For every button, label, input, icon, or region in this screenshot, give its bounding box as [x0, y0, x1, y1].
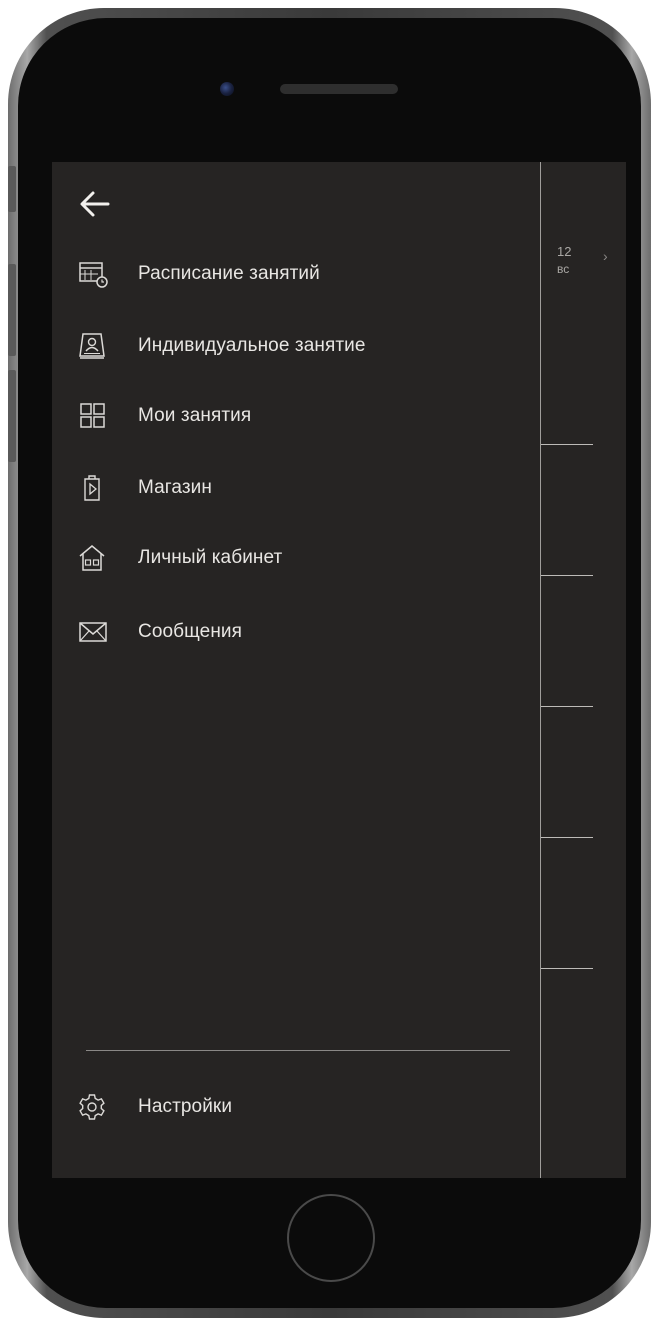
house-icon: [76, 543, 112, 573]
calendar-row-divider: [541, 968, 593, 969]
navigation-drawer: Расписание занятий Индивидуальное заняти…: [52, 162, 540, 1178]
calendar-day-name: вс: [557, 262, 570, 276]
calendar-strip: 12 вс ›: [540, 162, 626, 1178]
app-screen: Расписание занятий Индивидуальное заняти…: [52, 162, 626, 1178]
volume-up-button: [8, 264, 16, 356]
home-button[interactable]: [287, 1194, 375, 1282]
volume-down-button: [8, 370, 16, 462]
person-card-icon: [76, 331, 112, 361]
calendar-row-divider: [541, 706, 593, 707]
calendar-row-divider: [541, 575, 593, 576]
menu-label-personal-account: Личный кабинет: [138, 547, 283, 568]
back-arrow-icon[interactable]: [78, 190, 112, 218]
menu-item-schedule[interactable]: Расписание занятий: [76, 254, 516, 294]
menu-label-my-lessons: Мои занятия: [138, 405, 252, 426]
menu-item-messages[interactable]: Сообщения: [76, 612, 516, 652]
menu-item-shop[interactable]: Магазин: [76, 468, 516, 508]
chevron-right-icon[interactable]: ›: [603, 248, 608, 264]
calendar-clock-icon: [76, 259, 112, 289]
menu-label-settings: Настройки: [138, 1096, 233, 1117]
front-camera: [220, 82, 234, 96]
menu-label-messages: Сообщения: [138, 621, 243, 642]
menu-label-individual-lesson: Индивидуальное занятие: [138, 335, 366, 356]
gear-icon: [76, 1092, 112, 1122]
menu-item-personal-account[interactable]: Личный кабинет: [76, 538, 516, 578]
mute-switch: [8, 166, 16, 212]
menu-label-schedule: Расписание занятий: [138, 263, 320, 284]
calendar-day-number: 12: [557, 244, 572, 259]
menu-item-individual-lesson[interactable]: Индивидуальное занятие: [76, 326, 516, 366]
menu-item-my-lessons[interactable]: Мои занятия: [76, 396, 516, 436]
menu-label-shop: Магазин: [138, 477, 212, 498]
earpiece-speaker: [280, 84, 398, 94]
shopping-bag-icon: [76, 473, 112, 503]
calendar-row-divider: [541, 444, 593, 445]
menu-item-settings[interactable]: Настройки: [76, 1087, 516, 1127]
grid-icon: [76, 401, 112, 431]
envelope-icon: [76, 617, 112, 647]
drawer-divider: [86, 1050, 510, 1051]
calendar-row-divider: [541, 837, 593, 838]
